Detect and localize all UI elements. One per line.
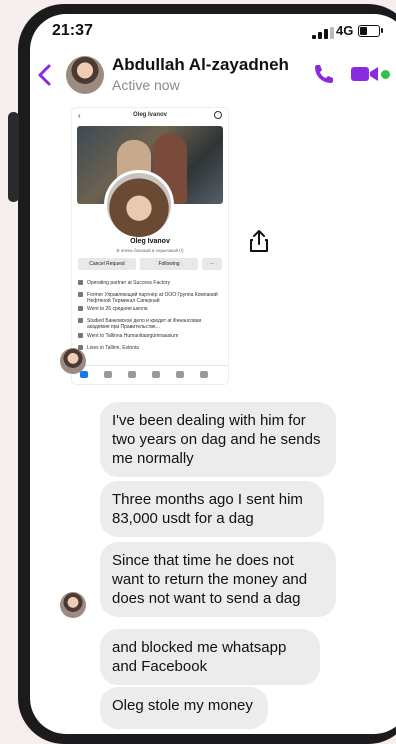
info-row: Went to Tallinna Humanitaargümnaasium [78,333,218,339]
contact-name[interactable]: Abdullah Al-zayadneh [112,55,289,75]
profile-photo [104,170,174,240]
phone-side-button [8,112,19,202]
share-icon[interactable] [246,228,272,254]
video-tab-icon [104,371,112,378]
message-bubble[interactable]: Three months ago I sent him 83,000 usdt … [100,481,324,537]
info-row: Lives in Tallinn, Estonia [78,345,218,351]
bell-tab-icon [176,371,184,378]
message-bubble[interactable]: Since that time he does not want to retu… [100,542,336,617]
school-icon [78,306,83,311]
sender-avatar [60,348,86,374]
status-time: 21:37 [52,22,93,39]
online-indicator [381,70,390,79]
home-tab-icon [80,371,88,378]
message-bubble[interactable]: and blocked me whatsapp and Facebook [100,629,320,685]
chat-header: Abdullah Al-zayadneh Active now [30,50,396,104]
following-button: Following [140,258,198,270]
briefcase-icon [78,280,83,285]
phone-call-icon[interactable] [312,62,336,86]
battery-icon [358,25,380,37]
screenshot-bottom-nav [72,365,228,384]
profile-subtitle: В очень близкой и серьезный (!) [116,248,184,253]
contact-status: Active now [112,77,180,93]
screenshot-topbar: ‹ Oleg Ivanov [72,108,228,124]
status-bar: 21:37 4G [30,14,396,48]
sender-avatar [60,592,86,618]
info-row: Studied Банковское дело и кредит at Фина… [78,318,218,330]
info-row: Operating partner at Success Factory [78,280,218,286]
network-label: 4G [336,23,354,38]
contact-avatar[interactable] [66,56,104,94]
briefcase-icon [78,292,83,297]
screenshot-title: Oleg Ivanov [132,112,167,118]
friends-tab-icon [128,371,136,378]
menu-tab-icon [200,371,208,378]
back-chevron-icon[interactable] [36,60,54,90]
profile-actions: Cancel Request Following ··· [78,258,222,270]
info-row: Went to 26 средняя школа [78,306,218,312]
school-icon [78,318,83,323]
info-row: Former Управляющий партнёр at ООО Группа… [78,292,218,304]
shared-screenshot[interactable]: ‹ Oleg Ivanov Oleg Ivanov В очень близко… [72,108,228,384]
profile-name: Oleg Ivanov [130,238,170,245]
battery-cap [381,28,383,33]
school-icon [78,333,83,338]
message-bubble[interactable]: I've been dealing with him for two years… [100,402,336,477]
more-button: ··· [202,258,222,270]
message-bubble[interactable]: Oleg stole my money [100,687,268,729]
messenger-screen: 21:37 4G Abdullah Al-zayadneh Active now… [30,14,396,734]
signal-icon [312,27,334,39]
market-tab-icon [152,371,160,378]
cancel-request-button: Cancel Request [78,258,136,270]
screenshot-search-icon [214,111,222,119]
video-call-icon[interactable] [350,64,380,84]
